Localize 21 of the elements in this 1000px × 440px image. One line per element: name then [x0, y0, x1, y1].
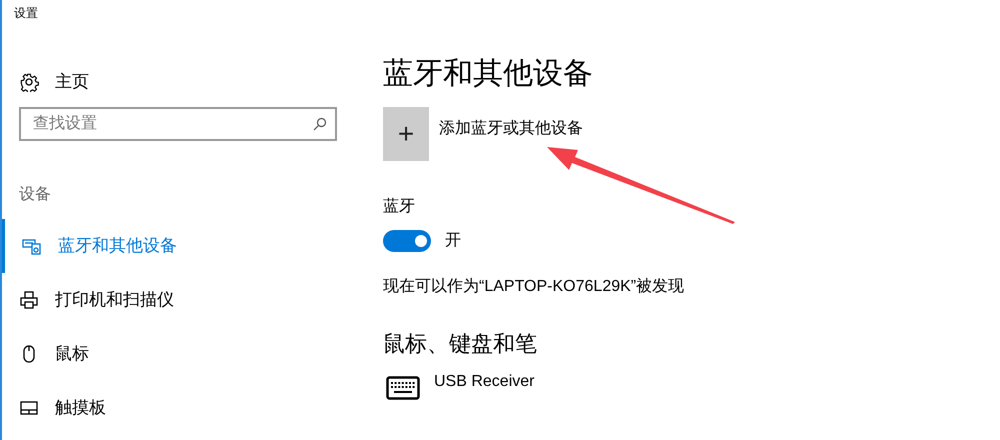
printer-icon: [19, 290, 39, 310]
add-device-label[interactable]: 添加蓝牙或其他设备: [439, 117, 583, 141]
bluetooth-label: 蓝牙: [383, 196, 415, 217]
keyboard-icon: [386, 376, 420, 400]
discoverable-text: 现在可以作为“LAPTOP-KO76L29K”被发现: [383, 276, 684, 297]
page-title: 蓝牙和其他设备: [383, 56, 593, 92]
sidebar-item[interactable]: 鼠标: [2, 327, 360, 381]
settings-icon: [19, 72, 39, 92]
device-name[interactable]: USB Receiver: [434, 370, 534, 394]
section-label: 设备: [19, 185, 51, 205]
window-title: 设置: [14, 5, 38, 21]
home-nav-item[interactable]: 主页: [19, 71, 89, 93]
sidebar-item[interactable]: 蓝牙和其他设备: [2, 219, 360, 273]
sidebar-item[interactable]: 打印机和扫描仪: [2, 273, 360, 327]
add-device-button[interactable]: +: [383, 107, 429, 161]
search-icon: [313, 117, 327, 131]
bluetooth-toggle[interactable]: [383, 230, 431, 252]
search-field[interactable]: 查找设置: [19, 107, 337, 141]
sidebar-item[interactable]: 触摸板: [2, 381, 360, 435]
section-heading: 鼠标、键盘和笔: [383, 330, 537, 358]
toggle-state: 开: [445, 231, 461, 251]
